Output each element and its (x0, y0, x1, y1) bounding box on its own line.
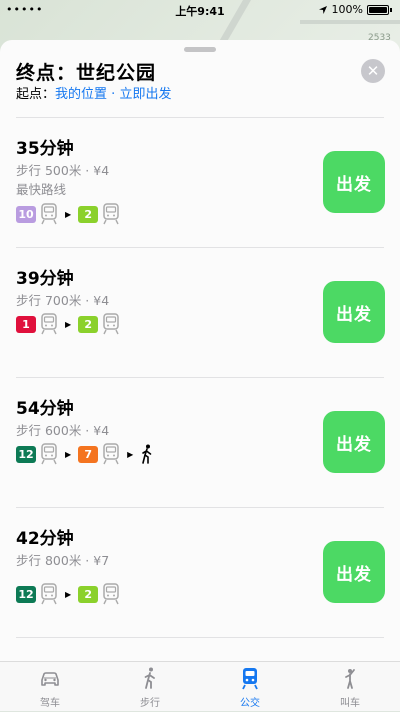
route-option[interactable]: 35分钟 步行 500米 · ¥4 最快路线 10 ▶ 2 出发 (0, 117, 400, 247)
go-button[interactable]: 出发 (323, 411, 385, 473)
step-arrow-icon: ▶ (65, 589, 72, 599)
divider (16, 117, 384, 118)
train-icon (41, 203, 57, 225)
tab-transit[interactable]: 公交 (200, 662, 300, 712)
route-option[interactable]: 42分钟 步行 800米 · ¥7 12 ▶ 2 出发 (0, 507, 400, 637)
sheet-grabber[interactable] (184, 47, 216, 52)
route-walk-fare: 步行 700米 · ¥4 (16, 293, 110, 308)
route-steps: 12 ▶ 2 (16, 583, 121, 605)
transit-icon (242, 668, 258, 690)
origin-separator: · (107, 87, 120, 102)
tab-label: 步行 (140, 698, 160, 709)
route-duration: 39分钟 (16, 269, 74, 289)
origin-row: 起点：我的位置 · 立即出发 (16, 83, 171, 102)
go-button[interactable]: 出发 (323, 281, 385, 343)
line-badge: 12 (16, 445, 36, 463)
line-badge: 2 (78, 315, 99, 333)
depart-now-link[interactable]: 立即出发 (119, 87, 171, 102)
route-tag: 最快路线 (16, 182, 67, 197)
destination-title: 终点：世纪公园 (16, 62, 157, 84)
train-icon (41, 443, 57, 465)
tab-label: 公交 (240, 698, 260, 709)
walk-icon (144, 667, 155, 689)
step-arrow-icon: ▶ (65, 209, 72, 219)
battery-percent: 100% (331, 3, 363, 16)
close-button[interactable]: ✕ (361, 59, 385, 83)
go-button[interactable]: 出发 (323, 151, 385, 213)
route-option-partial (0, 637, 400, 661)
tab-hail[interactable]: 叫车 (300, 662, 400, 712)
train-icon (103, 443, 119, 465)
route-option[interactable]: 54分钟 步行 600米 · ¥4 12 ▶ 7 ▶ 出发 (0, 377, 400, 507)
step-arrow-icon: ▶ (65, 449, 72, 459)
route-duration: 42分钟 (16, 529, 74, 549)
route-steps: 10 ▶ 2 (16, 203, 121, 225)
line-badge: 2 (78, 205, 99, 223)
route-walk-fare: 步行 500米 · ¥4 (16, 163, 110, 178)
route-option[interactable]: 39分钟 步行 700米 · ¥4 1 ▶ 2 出发 (0, 247, 400, 377)
route-walk-fare: 步行 800米 · ¥7 (16, 553, 110, 568)
tab-drive[interactable]: 驾车 (0, 662, 100, 712)
status-bar: ••••• 上午9:41 100% (0, 0, 400, 20)
route-steps: 1 ▶ 2 (16, 313, 121, 335)
train-icon (41, 583, 57, 605)
battery-tip (390, 7, 392, 12)
divider (16, 377, 384, 378)
train-icon (103, 313, 119, 335)
train-icon (103, 203, 119, 225)
train-icon (103, 583, 119, 605)
divider (16, 247, 384, 248)
line-badge: 10 (16, 205, 36, 223)
origin-location-link[interactable]: 我的位置 (55, 87, 107, 102)
train-icon (41, 313, 57, 335)
go-button[interactable]: 出发 (323, 541, 385, 603)
route-walk-fare: 步行 600米 · ¥4 (16, 423, 110, 438)
tab-walk[interactable]: 步行 (100, 662, 200, 712)
divider (16, 637, 384, 638)
line-badge: 1 (16, 315, 36, 333)
tab-label: 叫车 (340, 698, 360, 709)
tab-bar: 驾车 步行 公交 叫车 (0, 661, 400, 711)
step-arrow-icon: ▶ (127, 449, 134, 459)
line-badge: 7 (78, 445, 99, 463)
walk-icon (142, 444, 152, 464)
route-steps: 12 ▶ 7 ▶ (16, 443, 154, 465)
hail-icon (345, 669, 355, 689)
car-icon (41, 672, 59, 686)
line-badge: 12 (16, 585, 36, 603)
divider (16, 507, 384, 508)
close-icon: ✕ (366, 62, 380, 80)
location-arrow-icon (318, 5, 327, 14)
battery-icon (367, 4, 389, 15)
step-arrow-icon: ▶ (65, 319, 72, 329)
status-right: 100% (318, 3, 392, 16)
tab-label: 驾车 (40, 698, 60, 709)
route-duration: 35分钟 (16, 139, 74, 159)
directions-sheet: 终点：世纪公园 起点：我的位置 · 立即出发 ✕ 35分钟 步行 500米 · … (0, 40, 400, 711)
line-badge: 2 (78, 585, 99, 603)
route-duration: 54分钟 (16, 399, 74, 419)
origin-prefix: 起点： (16, 87, 56, 102)
